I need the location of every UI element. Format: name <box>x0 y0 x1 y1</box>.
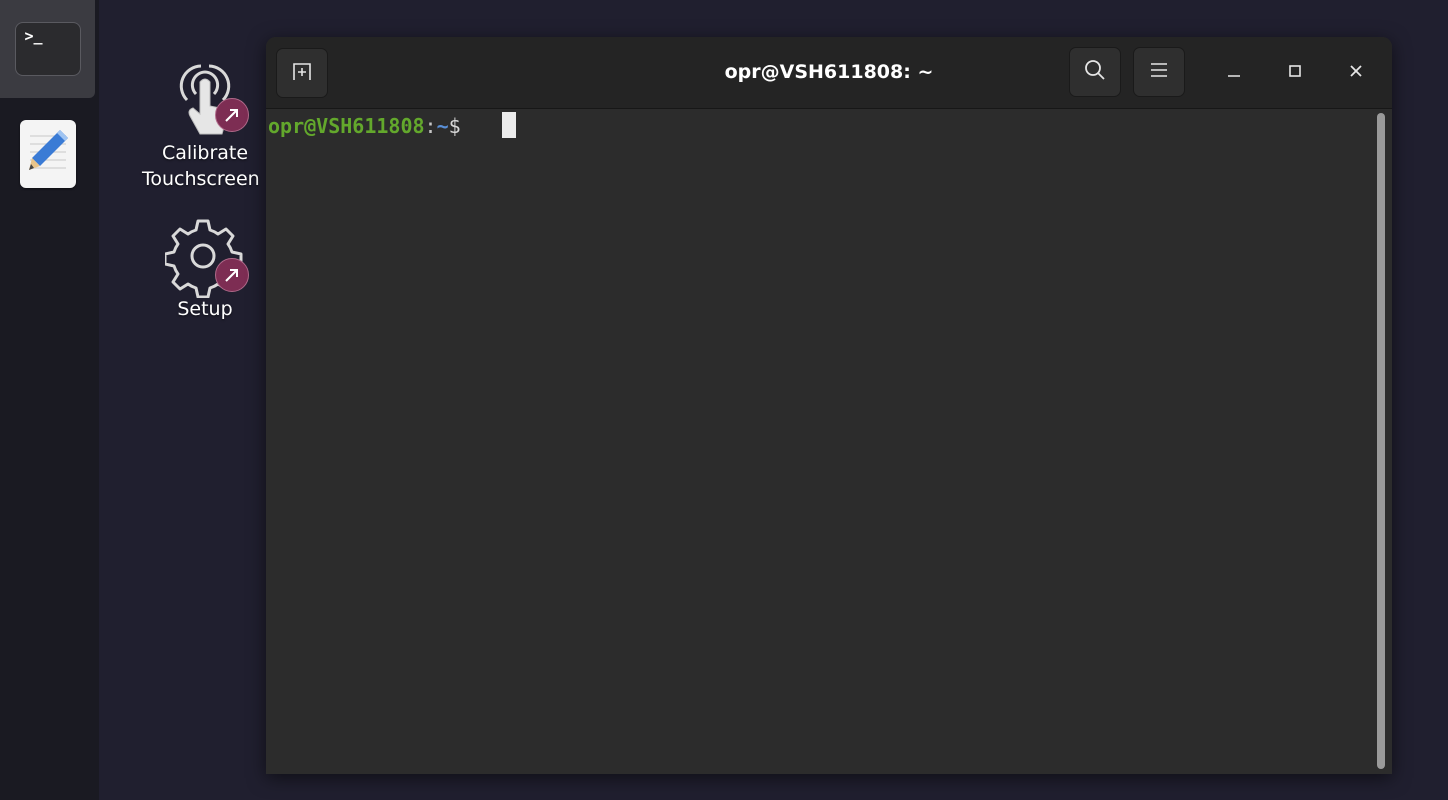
gear-icon <box>163 218 249 299</box>
link-arrow-icon <box>215 98 249 132</box>
terminal-icon: >_ <box>14 22 81 76</box>
desktop: >_ Calibrate Touchscreen Setup opr@VSH61… <box>0 0 1448 800</box>
terminal-window: opr@VSH611808: ~ opr@VSH611808:~$ <box>266 37 1392 774</box>
scrollbar[interactable] <box>1377 113 1385 769</box>
prompt-directory: ~ <box>436 114 449 138</box>
dock-item-terminal[interactable]: >_ <box>0 0 95 98</box>
desktop-icon-setup[interactable]: Setup <box>140 218 270 322</box>
search-button[interactable] <box>1069 47 1121 97</box>
prompt-symbol: $ <box>448 114 473 138</box>
new-tab-button[interactable] <box>276 48 328 98</box>
dock-item-text-editor[interactable] <box>0 118 95 190</box>
close-button[interactable] <box>1339 56 1373 90</box>
maximize-icon <box>1287 63 1303 83</box>
minimize-button[interactable] <box>1217 56 1251 90</box>
desktop-icon-calibrate-touchscreen[interactable]: Calibrate Touchscreen <box>140 58 270 192</box>
desktop-icon-label: Touchscreen <box>142 168 260 190</box>
link-arrow-icon <box>215 258 249 292</box>
menu-button[interactable] <box>1133 47 1185 97</box>
maximize-button[interactable] <box>1278 56 1312 90</box>
terminal-output[interactable]: opr@VSH611808:~$ <box>266 109 1392 774</box>
desktop-icon-label: Calibrate <box>161 142 249 164</box>
dock: >_ <box>0 0 99 800</box>
text-cursor <box>502 112 516 138</box>
minimize-icon <box>1226 63 1242 83</box>
close-icon <box>1348 63 1364 83</box>
prompt-user-host: opr@VSH611808 <box>268 114 425 138</box>
terminal-icon-glyph: >_ <box>24 27 43 45</box>
desktop-icon-label: Setup <box>177 298 233 320</box>
prompt-separator: : <box>424 114 437 138</box>
new-tab-icon <box>290 60 314 86</box>
headerbar[interactable]: opr@VSH611808: ~ <box>266 37 1392 109</box>
hamburger-menu-icon <box>1149 61 1169 83</box>
touch-hand-icon <box>165 58 249 138</box>
shell-prompt: opr@VSH611808:~$ <box>268 113 473 139</box>
window-title: opr@VSH611808: ~ <box>724 61 934 83</box>
text-editor-icon <box>19 120 76 188</box>
search-icon <box>1083 58 1107 86</box>
